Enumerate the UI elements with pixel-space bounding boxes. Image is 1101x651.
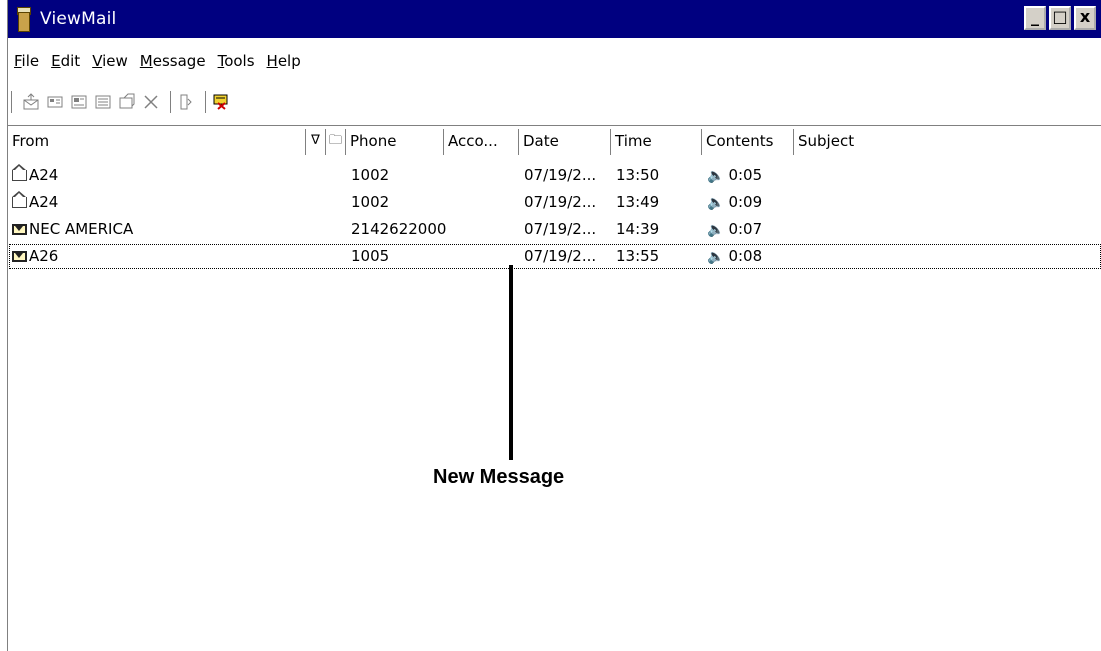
contents-cell: 0:09: [728, 193, 763, 211]
menu-bar: File Edit View Message Tools Help: [8, 46, 1101, 76]
from-cell: NEC AMERICA: [29, 220, 134, 238]
annotation-label: New Message: [433, 466, 565, 488]
column-header-row: From ∇ 🗀 Phone Acco... Date Time Content…: [8, 126, 1101, 158]
viewmail-app-icon: [14, 6, 32, 32]
toolbar-separator: [170, 91, 171, 113]
forward-icon[interactable]: [93, 92, 113, 112]
toolbar-separator: [205, 91, 206, 113]
from-cell: A26: [29, 247, 59, 265]
from-cell: A24: [29, 166, 59, 184]
table-row[interactable]: A24 1002 07/19/2... 13:50 🔈 0:05: [8, 162, 1101, 189]
phone-cell: 1002: [351, 193, 390, 211]
phone-cell: 1002: [351, 166, 390, 184]
menu-edit[interactable]: Edit: [51, 52, 80, 70]
address-book-icon[interactable]: [211, 92, 231, 112]
time-cell: 14:39: [616, 220, 660, 238]
contents-cell: 0:07: [728, 220, 763, 238]
menu-view[interactable]: View: [92, 52, 128, 70]
table-row[interactable]: A26 1005 07/19/2... 13:55 🔈 0:08: [8, 243, 1101, 270]
minimize-button[interactable]: _: [1024, 6, 1046, 30]
new-message-icon: [12, 224, 27, 235]
speaker-icon[interactable]: 🔈: [707, 163, 724, 189]
column-from[interactable]: From: [8, 129, 306, 155]
window-title: ViewMail: [40, 9, 117, 29]
reply-icon[interactable]: [45, 92, 65, 112]
phone-cell: 2142622000: [351, 220, 447, 238]
from-cell: A24: [29, 193, 59, 211]
speaker-icon[interactable]: 🔈: [707, 244, 724, 270]
new-message-icon: [12, 251, 27, 262]
table-row[interactable]: A24 1002 07/19/2... 13:49 🔈 0:09: [8, 189, 1101, 216]
date-cell: 07/19/2...: [524, 247, 597, 265]
column-folder[interactable]: 🗀: [326, 129, 346, 155]
column-date[interactable]: Date: [519, 129, 611, 155]
maximize-button[interactable]: □: [1049, 6, 1071, 30]
toolbar: [8, 86, 1101, 118]
compose-icon[interactable]: [21, 92, 41, 112]
speaker-icon[interactable]: 🔈: [707, 190, 724, 216]
toolbar-grip[interactable]: [11, 91, 16, 113]
menu-tools[interactable]: Tools: [218, 52, 255, 70]
menu-message[interactable]: Message: [140, 52, 206, 70]
save-icon[interactable]: [117, 92, 137, 112]
message-rows: A24 1002 07/19/2... 13:50 🔈 0:05 A24 1002…: [8, 162, 1101, 270]
date-cell: 07/19/2...: [524, 166, 597, 184]
reply-all-icon[interactable]: [69, 92, 89, 112]
delete-icon[interactable]: [141, 92, 161, 112]
column-phone[interactable]: Phone: [346, 129, 444, 155]
speaker-icon[interactable]: 🔈: [707, 217, 724, 243]
annotation-pointer-line: [509, 265, 513, 460]
message-list: From ∇ 🗀 Phone Acco... Date Time Content…: [8, 125, 1101, 651]
menu-file[interactable]: File: [14, 52, 39, 70]
subject-cell: [799, 243, 1099, 270]
date-cell: 07/19/2...: [524, 220, 597, 238]
time-cell: 13:49: [616, 193, 660, 211]
column-time[interactable]: Time: [611, 129, 702, 155]
read-message-icon: [12, 191, 27, 208]
close-button[interactable]: x: [1074, 6, 1096, 30]
time-cell: 13:55: [616, 247, 660, 265]
window-controls: _ □ x: [1024, 6, 1096, 30]
date-cell: 07/19/2...: [524, 193, 597, 211]
contents-cell: 0:05: [728, 166, 763, 184]
column-priority[interactable]: ∇: [306, 129, 326, 155]
contents-cell: 0:08: [728, 247, 763, 265]
column-subject[interactable]: Subject: [794, 129, 1101, 155]
subject-cell: [799, 216, 1099, 243]
subject-cell: [799, 189, 1099, 216]
column-account[interactable]: Acco...: [444, 129, 519, 155]
phone-cell: 1005: [351, 247, 390, 265]
viewmail-window: ViewMail _ □ x File Edit View Message To…: [7, 0, 1101, 651]
properties-icon[interactable]: [176, 92, 196, 112]
menu-help[interactable]: Help: [267, 52, 301, 70]
column-contents[interactable]: Contents: [702, 129, 794, 155]
read-message-icon: [12, 164, 27, 181]
time-cell: 13:50: [616, 166, 660, 184]
table-row[interactable]: NEC AMERICA 2142622000 07/19/2... 14:39 …: [8, 216, 1101, 243]
title-bar[interactable]: ViewMail _ □ x: [8, 0, 1101, 38]
subject-cell: [799, 162, 1099, 189]
